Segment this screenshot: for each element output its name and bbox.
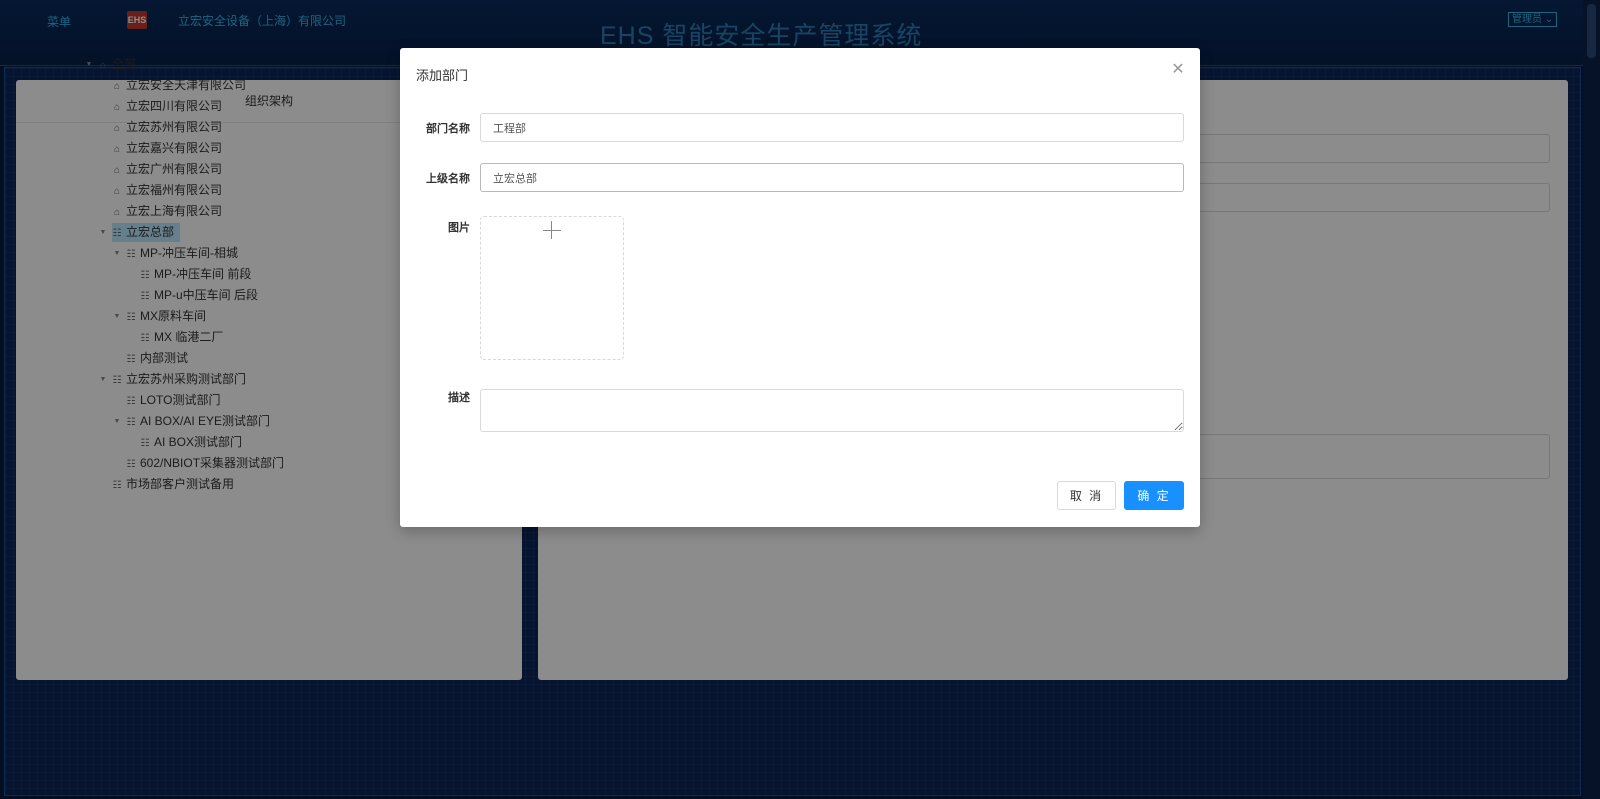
add-department-modal: 添加部门 ✕ 部门名称 上级名称 图片 描述 取 消 确 定 bbox=[400, 48, 1200, 527]
image-upload[interactable] bbox=[480, 216, 624, 360]
parent-name-label: 上级名称 bbox=[426, 173, 470, 185]
close-icon[interactable]: ✕ bbox=[1168, 60, 1188, 80]
cancel-button[interactable]: 取 消 bbox=[1057, 481, 1116, 510]
dept-name-label: 部门名称 bbox=[426, 123, 470, 135]
description-label: 描述 bbox=[448, 392, 470, 404]
confirm-button[interactable]: 确 定 bbox=[1124, 481, 1184, 510]
image-label: 图片 bbox=[448, 222, 470, 234]
modal-title: 添加部门 bbox=[416, 68, 469, 83]
dept-name-input[interactable] bbox=[480, 113, 1184, 142]
parent-name-input[interactable] bbox=[480, 163, 1184, 192]
description-input[interactable] bbox=[480, 389, 1184, 432]
plus-icon bbox=[541, 219, 563, 241]
